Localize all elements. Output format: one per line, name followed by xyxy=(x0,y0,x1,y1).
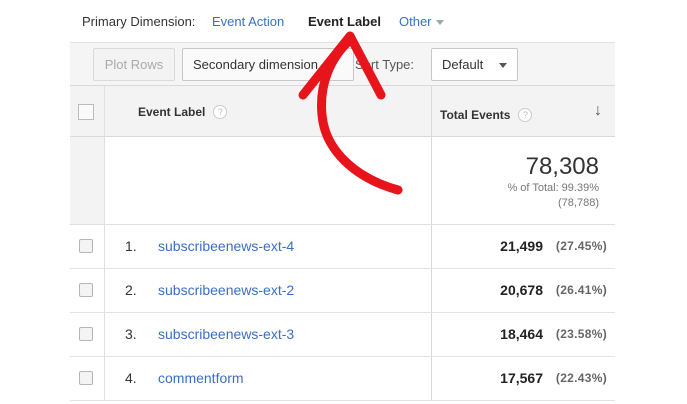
total-events-value: 17,567 xyxy=(500,370,543,386)
column-divider xyxy=(431,313,432,356)
dimension-event-label-active: Event Label xyxy=(308,14,381,29)
dimension-other-dropdown[interactable]: Other xyxy=(399,14,444,29)
event-label-column-header[interactable]: Event Label? xyxy=(138,105,228,119)
analytics-report: Primary Dimension: Event Action Event La… xyxy=(70,0,615,404)
total-events-percent: (22.43%) xyxy=(555,371,607,385)
sort-descending-icon[interactable]: ↓ xyxy=(594,102,602,120)
plot-rows-button[interactable]: Plot Rows xyxy=(93,48,175,81)
total-events-value: 21,499 xyxy=(500,238,543,254)
event-label-link[interactable]: commentform xyxy=(158,370,244,386)
total-events-column-header[interactable]: Total Events? xyxy=(440,108,533,122)
help-icon[interactable]: ? xyxy=(213,105,228,119)
secondary-dimension-button[interactable]: Secondary dimension xyxy=(182,48,354,81)
total-events-percent: (26.41%) xyxy=(555,283,607,297)
row-checkbox[interactable] xyxy=(79,283,93,297)
row-number: 4. xyxy=(125,370,137,386)
row-number: 3. xyxy=(125,326,137,342)
chevron-down-icon xyxy=(435,20,444,26)
total-events-percent: (23.58%) xyxy=(555,327,607,341)
sort-type-select[interactable]: Default xyxy=(431,48,518,81)
summary-checkbox-cell xyxy=(70,137,105,224)
total-events-percent: (27.45%) xyxy=(555,239,607,253)
chevron-down-icon xyxy=(499,63,507,68)
column-divider xyxy=(431,225,432,268)
table-row: 2. subscribeenews-ext-2 20,678 (26.41%) xyxy=(70,269,615,313)
table-row: 4. commentform 17,567 (22.43%) xyxy=(70,357,615,401)
row-number: 1. xyxy=(125,238,137,254)
event-label-link[interactable]: subscribeenews-ext-4 xyxy=(158,238,294,254)
column-divider xyxy=(431,357,432,400)
total-events-value: 20,678 xyxy=(500,282,543,298)
primary-dimension-bar: Primary Dimension: Event Action Event La… xyxy=(70,0,615,42)
row-checkbox[interactable] xyxy=(79,239,93,253)
event-label-link[interactable]: subscribeenews-ext-3 xyxy=(158,326,294,342)
total-events-sum: 78,308 xyxy=(525,153,599,180)
sort-type-value: Default xyxy=(442,57,484,72)
report-toolbar: Plot Rows Secondary dimension Sort Type:… xyxy=(70,42,615,86)
sort-type-label: Sort Type: xyxy=(355,57,415,72)
column-divider xyxy=(431,269,432,312)
primary-dimension-label: Primary Dimension: xyxy=(82,14,196,29)
absolute-total: (78,788) xyxy=(558,197,599,209)
dimension-other-label: Other xyxy=(399,14,432,29)
column-divider xyxy=(431,137,432,224)
dimension-event-action-link[interactable]: Event Action xyxy=(212,14,284,29)
column-divider xyxy=(431,86,432,136)
event-label-header-text: Event Label xyxy=(138,105,206,119)
row-checkbox[interactable] xyxy=(79,371,93,385)
help-icon[interactable]: ? xyxy=(518,108,533,122)
row-number: 2. xyxy=(125,282,137,298)
total-events-value: 18,464 xyxy=(500,326,543,342)
summary-row: 78,308 % of Total: 99.39% (78,788) xyxy=(70,137,615,225)
percent-of-total: % of Total: 99.39% xyxy=(507,182,599,194)
event-label-link[interactable]: subscribeenews-ext-2 xyxy=(158,282,294,298)
table-row: 3. subscribeenews-ext-3 18,464 (23.58%) xyxy=(70,313,615,357)
total-events-header-text: Total Events xyxy=(440,108,511,122)
table-header: Event Label? Total Events? ↓ xyxy=(70,86,615,137)
row-checkbox[interactable] xyxy=(79,327,93,341)
select-all-checkbox[interactable] xyxy=(78,104,94,120)
table-row: 1. subscribeenews-ext-4 21,499 (27.45%) xyxy=(70,225,615,269)
